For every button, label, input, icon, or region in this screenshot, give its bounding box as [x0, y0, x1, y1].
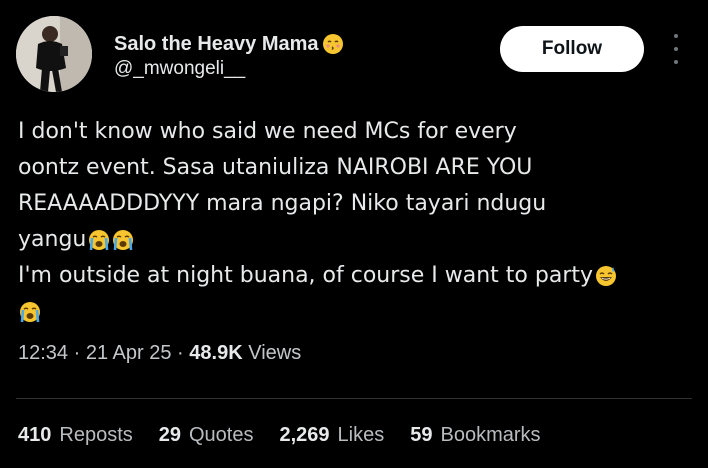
reposts-label: Reposts	[59, 424, 133, 446]
more-dot	[674, 47, 678, 51]
tweet-line: REAAAADDDYYY mara ngapi? Niko tayari ndu…	[18, 191, 547, 216]
divider	[16, 398, 692, 399]
likes-stat[interactable]: 2,269 Likes	[279, 424, 384, 447]
tweet-line-text: I'm outside at night buana, of course I …	[18, 263, 594, 288]
quotes-label: Quotes	[189, 424, 254, 446]
tweet-date[interactable]: 21 Apr 25	[86, 342, 172, 364]
views-count: 48.9K	[189, 342, 243, 364]
follow-button[interactable]: Follow	[500, 26, 644, 72]
tweet-line	[18, 294, 698, 330]
loudly-crying-face-icon	[18, 300, 42, 324]
bookmarks-stat[interactable]: 59 Bookmarks	[410, 424, 540, 447]
loudly-crying-face-icon	[87, 228, 111, 252]
tweet-line: I don't know who said we need MCs for ev…	[18, 119, 517, 144]
tweet-line: yangu	[18, 222, 698, 258]
loudly-crying-face-icon	[111, 228, 135, 252]
author-display-name[interactable]: Salo the Heavy Mama	[114, 33, 319, 56]
tweet-line-text: yangu	[18, 227, 87, 252]
quotes-stat[interactable]: 29 Quotes	[159, 424, 254, 447]
tweet-line: oontz event. Sasa utaniuliza NAIROBI ARE…	[18, 155, 533, 180]
engagement-stats: 410 Reposts 29 Quotes 2,269 Likes 59 Bookmar…	[18, 424, 567, 447]
avatar[interactable]	[16, 16, 92, 92]
more-dot	[674, 34, 678, 38]
meta-separator: ·	[73, 342, 81, 364]
bookmarks-count: 59	[410, 424, 433, 446]
quotes-count: 29	[158, 424, 181, 446]
tweet-line: I'm outside at night buana, of course I …	[18, 258, 698, 294]
kissing-face-emoji-icon	[321, 32, 345, 56]
author-handle[interactable]: @_mwongeli__	[114, 58, 245, 80]
tweet-meta: 12:34 · 21 Apr 25 · 48.9K Views	[18, 342, 301, 365]
likes-label: Likes	[337, 424, 385, 446]
author-name-row[interactable]: Salo the Heavy Mama	[114, 32, 345, 56]
meta-separator: ·	[177, 342, 184, 364]
more-dot	[674, 60, 678, 64]
tweet-time[interactable]: 12:34	[18, 342, 68, 364]
views-label: Views	[248, 342, 302, 364]
grinning-sweat-face-icon	[594, 264, 618, 288]
tweet-text: I don't know who said we need MCs for ev…	[18, 114, 698, 330]
reposts-stat[interactable]: 410 Reposts	[18, 424, 133, 447]
likes-count: 2,269	[279, 424, 330, 446]
reposts-count: 410	[18, 424, 52, 446]
more-options-icon[interactable]	[664, 34, 688, 64]
bookmarks-label: Bookmarks	[440, 424, 541, 446]
